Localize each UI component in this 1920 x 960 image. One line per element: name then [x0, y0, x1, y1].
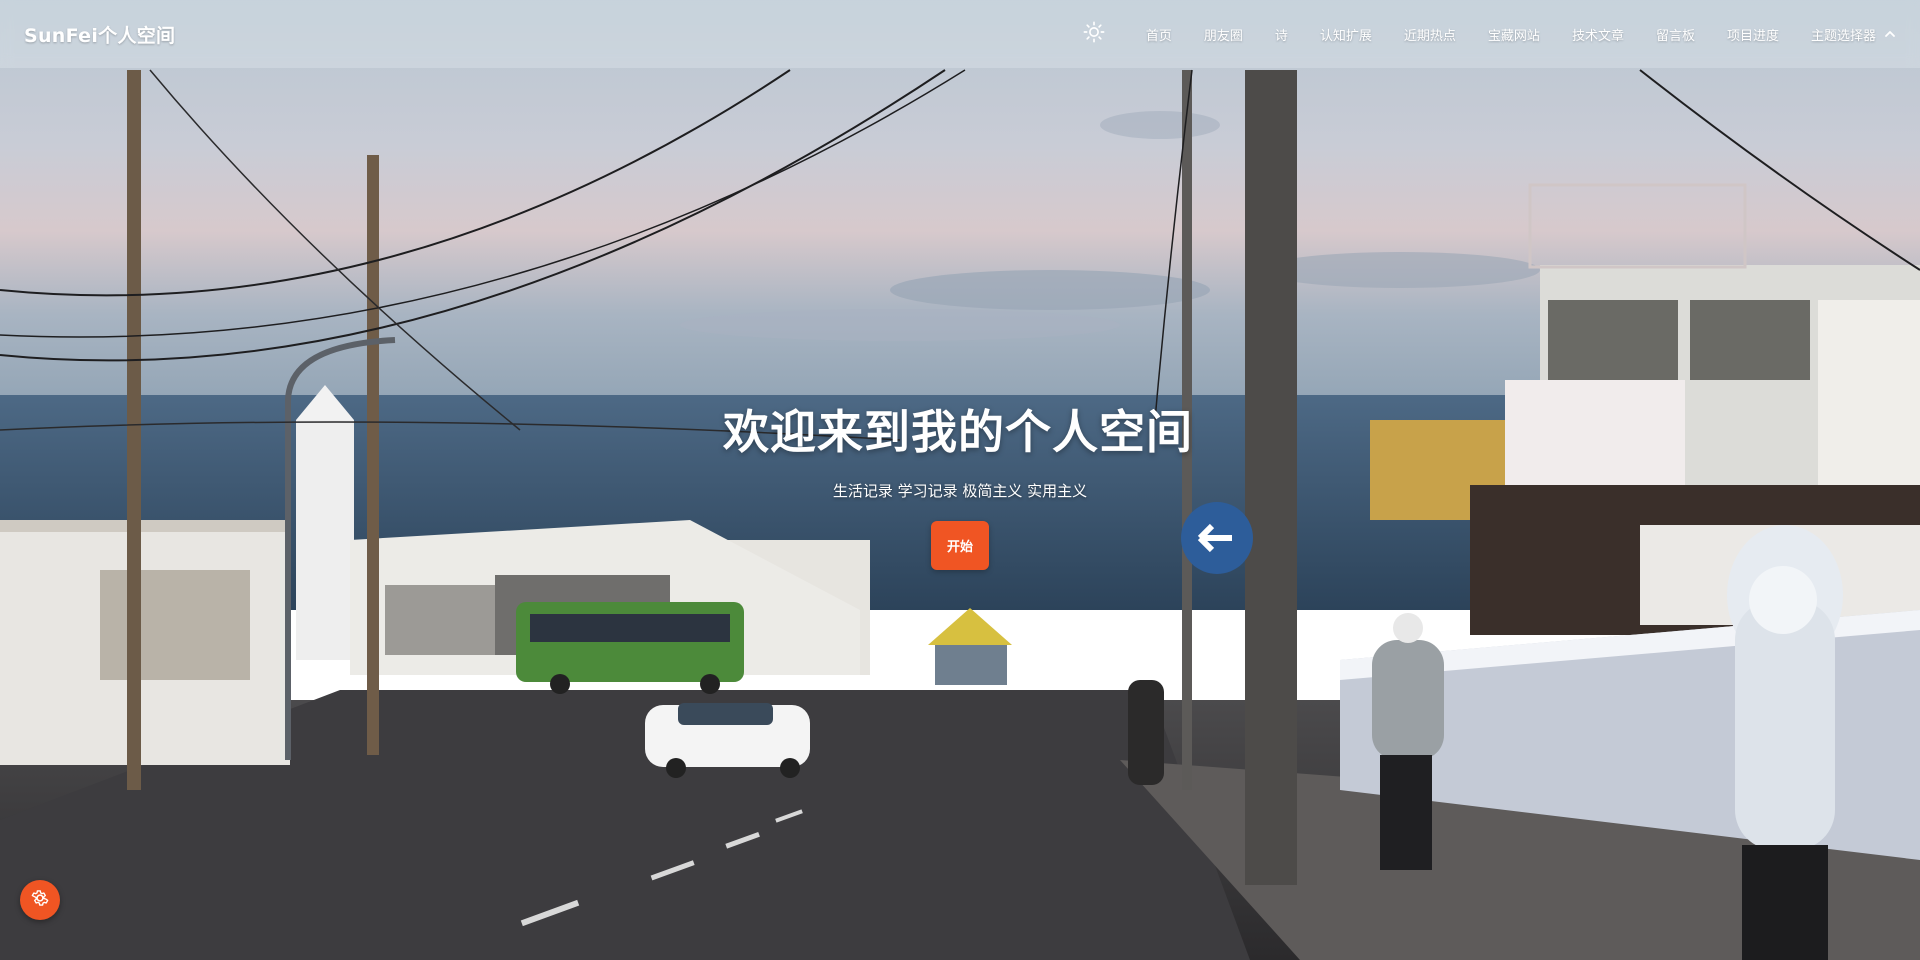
top-navbar: SunFei个人空间 首页 朋友圈 诗 认知扩展 近期热点 宝藏网站 技术文章 … [0, 0, 1920, 68]
hero-section: SunFei个人空间 首页 朋友圈 诗 认知扩展 近期热点 宝藏网站 技术文章 … [0, 0, 1920, 960]
theme-selector-label: 主题选择器 [1810, 28, 1876, 44]
start-button[interactable]: 开始 [930, 521, 989, 570]
nav-item-message-board[interactable]: 留言板 [1656, 25, 1695, 44]
nav-item-home[interactable]: 首页 [1146, 25, 1172, 44]
theme-selector-dropdown[interactable]: 主题选择器 [1811, 25, 1896, 44]
settings-button[interactable] [20, 880, 60, 920]
chevron-up-icon [1884, 28, 1896, 40]
nav-menu: 首页 朋友圈 诗 认知扩展 近期热点 宝藏网站 技术文章 留言板 项目进度 主题… [1080, 0, 1896, 68]
hero-subtitle: 生活记录 学习记录 极简主义 实用主义 [832, 482, 1088, 500]
nav-item-hot-topics[interactable]: 近期热点 [1404, 25, 1456, 44]
sun-icon [1083, 21, 1105, 47]
hero-title: 欢迎来到我的个人空间 [723, 405, 1193, 459]
theme-toggle-button[interactable] [1080, 20, 1108, 48]
nav-item-moments[interactable]: 朋友圈 [1204, 25, 1243, 44]
nav-item-cognition[interactable]: 认知扩展 [1320, 25, 1372, 44]
nav-item-poems[interactable]: 诗 [1275, 25, 1288, 44]
nav-item-tech-articles[interactable]: 技术文章 [1572, 25, 1624, 44]
gear-icon [30, 888, 50, 912]
nav-item-project-progress[interactable]: 项目进度 [1727, 25, 1779, 44]
brand-logo[interactable]: SunFei个人空间 [24, 21, 175, 48]
nav-item-treasure-sites[interactable]: 宝藏网站 [1488, 25, 1540, 44]
hero-content: 欢迎来到我的个人空间 生活记录 学习记录 极简主义 实用主义 开始 [0, 396, 1920, 570]
